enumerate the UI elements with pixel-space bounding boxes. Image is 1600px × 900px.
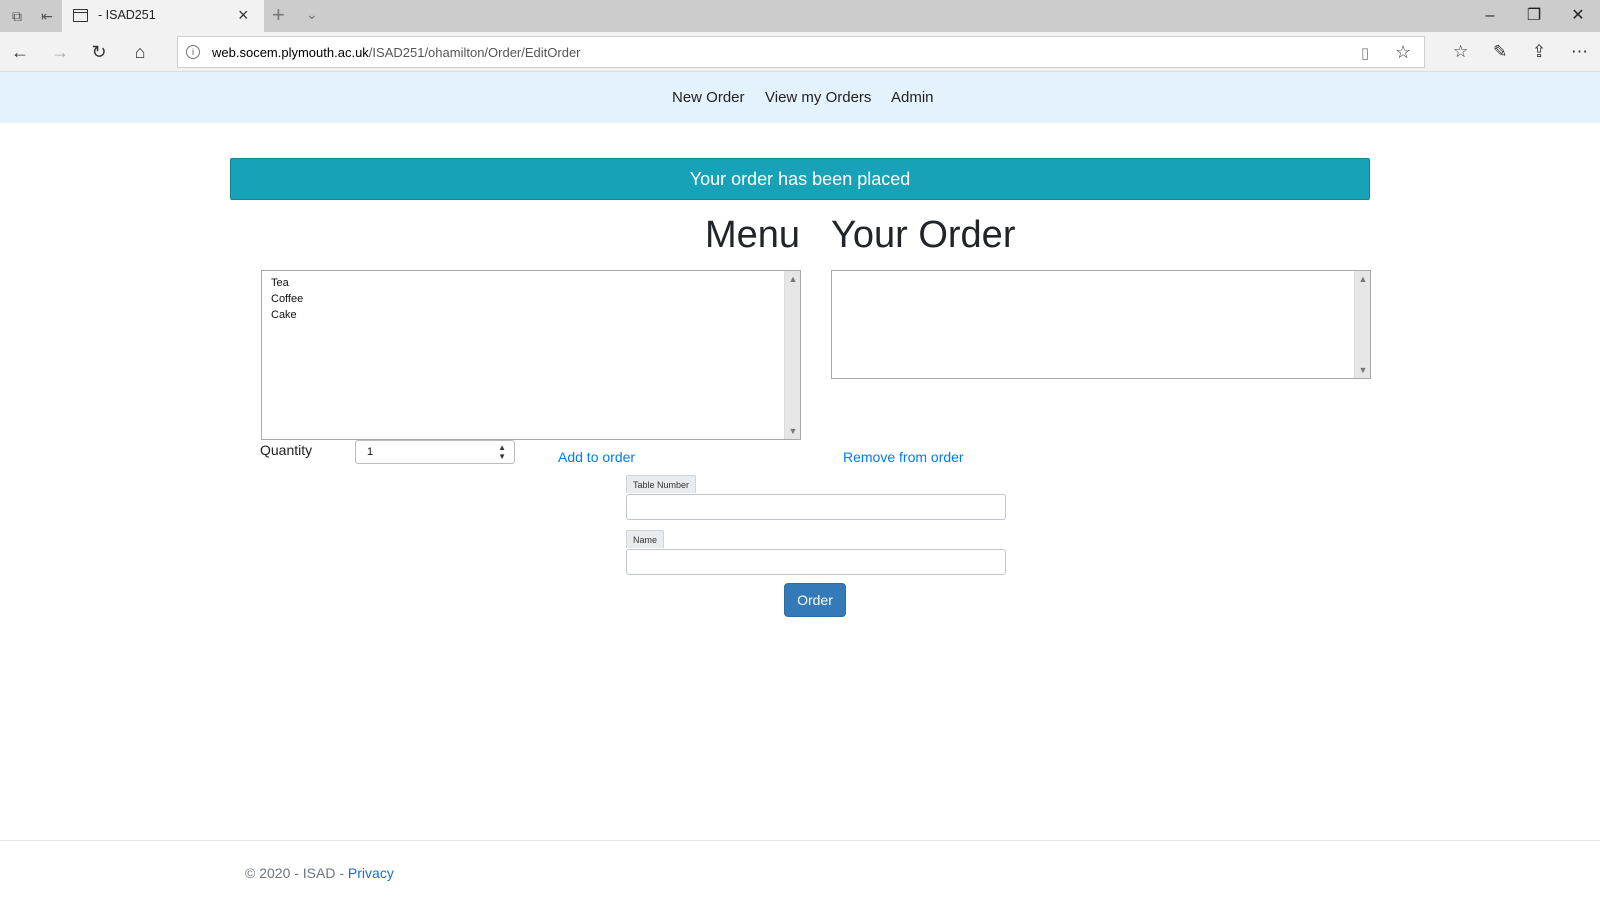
nav-view-my-orders[interactable]: View my Orders [765,89,871,106]
nav-admin[interactable]: Admin [891,89,934,106]
nav-new-order[interactable]: New Order [672,89,745,106]
close-window-icon[interactable]: ✕ [1556,4,1600,28]
add-to-order-link[interactable]: Add to order [558,449,635,465]
scroll-down-icon[interactable]: ▼ [785,424,801,438]
more-icon[interactable]: ⋯ [1571,40,1588,64]
tab-title: - ISAD251 [98,8,156,22]
menu-option-coffee[interactable]: Coffee [262,291,800,307]
back-icon[interactable]: ← [8,40,32,64]
your-order-listbox[interactable]: ▲ ▼ [831,270,1371,379]
refresh-icon[interactable]: ↻ [87,40,111,64]
menu-option-cake[interactable]: Cake [262,307,800,323]
scroll-up-icon[interactable]: ▲ [785,272,801,286]
browser-toolbar: ← → ↻ ⌂ i web.socem.plymouth.ac.uk/ISAD2… [0,32,1600,72]
footer-text: © 2020 - ISAD - Privacy [245,865,394,881]
menu-scrollbar[interactable]: ▲ ▼ [784,271,800,439]
scroll-up-icon[interactable]: ▲ [1355,272,1371,286]
menu-option-tea[interactable]: Tea [262,275,800,291]
name-input[interactable] [626,549,1006,575]
quantity-select[interactable]: 1 ▲ ▼ [355,440,515,464]
info-icon[interactable]: i [186,45,200,59]
footer: © 2020 - ISAD - Privacy [0,840,1600,900]
close-tab-icon[interactable]: × [238,6,249,24]
tab-manager-icon[interactable]: ⧉ [8,7,26,25]
browser-tab-strip: ⧉ ⇤ - ISAD251 × + ⌄ – ❐ ✕ [0,0,1600,32]
menu-listbox[interactable]: Tea Coffee Cake ▲ ▼ [261,270,801,440]
success-alert: Your order has been placed [230,158,1370,200]
remove-from-order-link[interactable]: Remove from order [843,449,964,465]
table-number-label: Table Number [626,475,697,493]
order-scrollbar[interactable]: ▲ ▼ [1354,271,1370,378]
order-button[interactable]: Order [784,583,846,617]
pen-icon[interactable]: ✎ [1493,40,1507,64]
restore-icon[interactable]: ❐ [1512,4,1556,28]
privacy-link[interactable]: Privacy [348,865,394,881]
set-aside-tabs-icon[interactable]: ⇤ [38,7,56,25]
page-icon [73,9,88,22]
quantity-value: 1 [367,446,374,458]
share-icon[interactable]: ⇪ [1532,40,1546,64]
name-label: Name [626,530,665,548]
favorite-star-icon[interactable]: ☆ [1395,42,1411,63]
menu-heading: Menu [704,214,800,256]
reading-view-icon[interactable]: ▯ [1361,44,1369,62]
favorites-list-icon[interactable]: ☆ [1453,40,1468,64]
home-icon[interactable]: ⌂ [128,40,152,64]
table-number-input[interactable] [626,494,1006,520]
address-bar[interactable]: i web.socem.plymouth.ac.uk/ISAD251/ohami… [177,36,1425,68]
site-navbar: New Order View my Orders Admin [0,72,1600,123]
your-order-heading: Your Order [831,214,1016,256]
chevron-down-icon[interactable]: ⌄ [306,6,318,23]
quantity-label: Quantity [260,442,313,458]
url-text: web.socem.plymouth.ac.uk/ISAD251/ohamilt… [212,45,581,60]
new-tab-icon[interactable]: + [272,4,285,26]
browser-tab[interactable]: - ISAD251 × [62,0,264,32]
select-arrows-icon: ▲ ▼ [498,443,506,461]
minimize-icon[interactable]: – [1468,4,1512,28]
forward-icon[interactable]: → [48,40,72,64]
scroll-down-icon[interactable]: ▼ [1355,363,1371,377]
